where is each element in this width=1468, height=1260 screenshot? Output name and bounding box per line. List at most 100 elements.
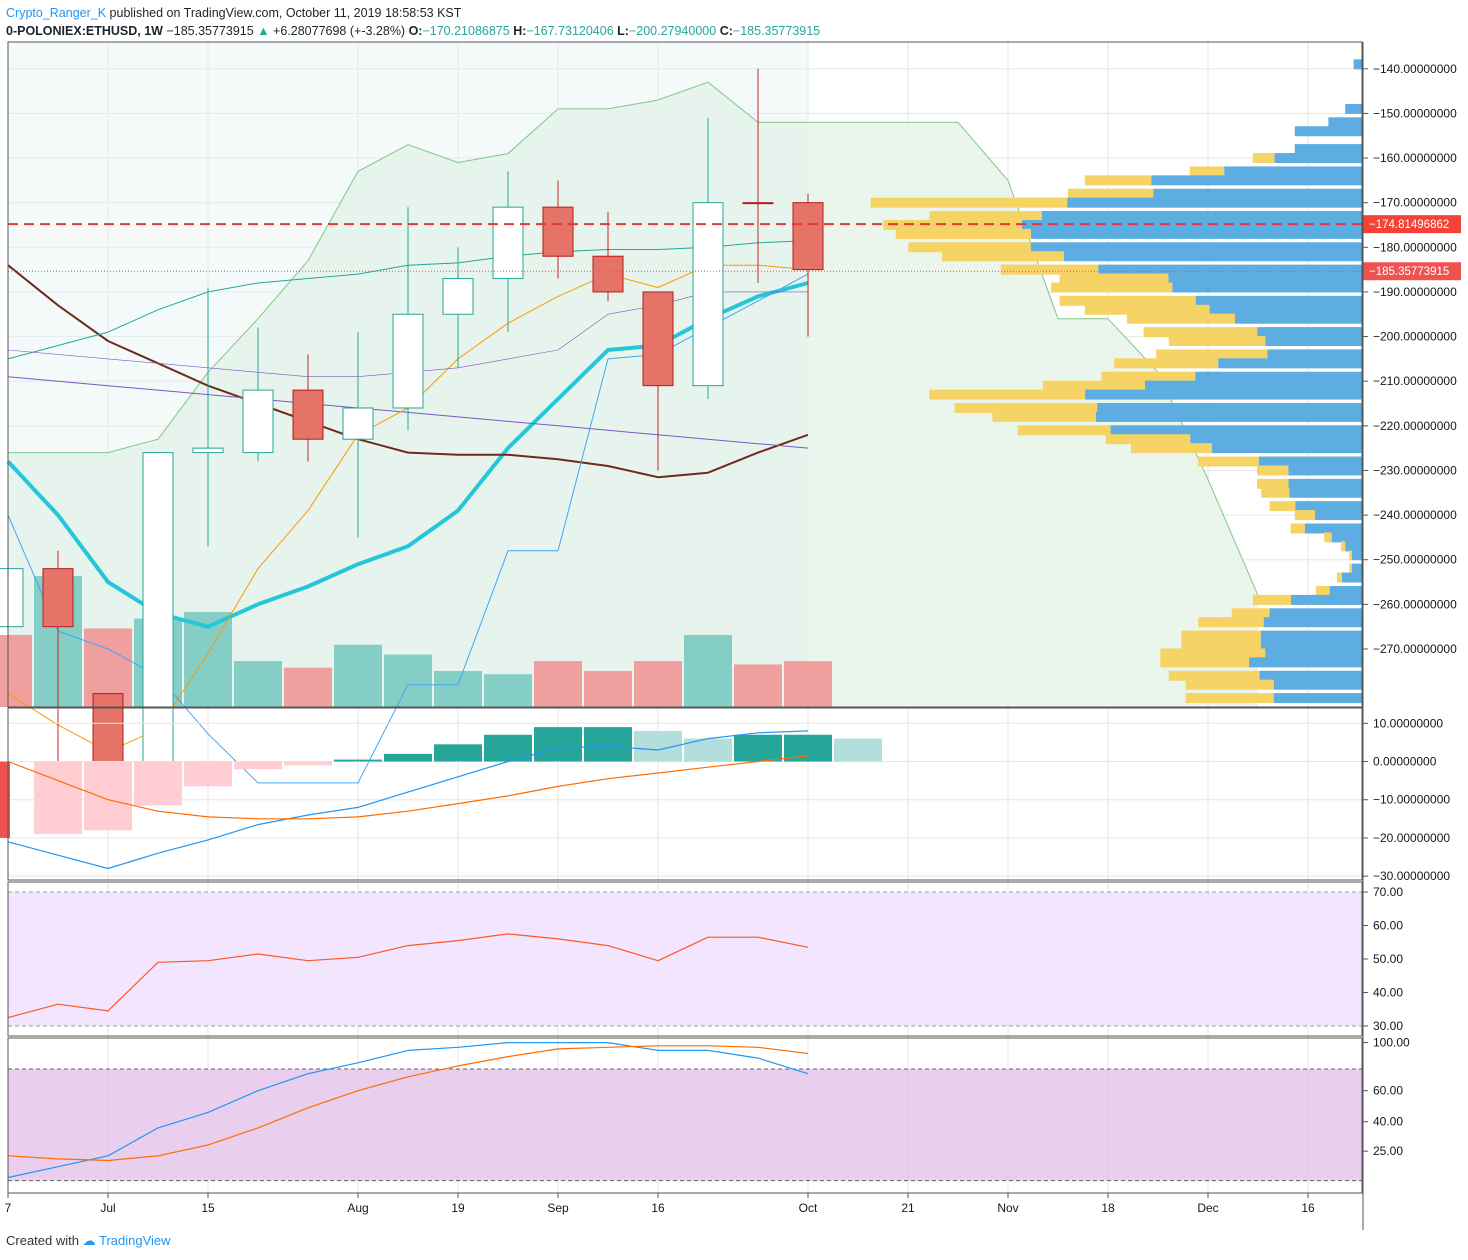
- candle-body: [142, 452, 174, 770]
- volume-bar: [684, 634, 732, 707]
- volume-profile-down-bar: [1257, 327, 1362, 338]
- volume-profile-down-bar: [1288, 465, 1362, 476]
- volume-profile-up-bar: [929, 389, 1086, 400]
- volume-profile-up-bar: [942, 251, 1064, 262]
- rsi-axis-label: 70.00: [1373, 885, 1403, 899]
- volume-profile-up-bar: [992, 411, 1096, 422]
- volume-profile-up-bar: [1324, 532, 1332, 543]
- volume-profile-up-bar: [1189, 166, 1225, 177]
- volume-profile-down-bar: [1294, 144, 1362, 155]
- candle-body: [242, 389, 274, 454]
- volume-profile-down-bar: [1314, 510, 1362, 521]
- candle-body: [442, 278, 474, 315]
- volume-profile-down-bar: [1218, 358, 1362, 369]
- low-label: L:: [617, 24, 629, 38]
- volume-profile-up-bar: [1168, 670, 1260, 681]
- volume-bar: [0, 634, 32, 707]
- symbol-line: 0-POLONIEX:ETHUSD, 1W −185.35773915 ▲ +6…: [6, 22, 1462, 40]
- volume-profile-down-bar: [1195, 295, 1362, 306]
- footer: Created with ☁ TradingView: [6, 1233, 171, 1249]
- change-arrow-icon: ▲: [257, 24, 270, 38]
- volume-bar: [634, 661, 682, 707]
- open-label: O:: [408, 24, 423, 38]
- volume-profile-down-bar: [1259, 670, 1362, 681]
- macd-histogram-bar: [834, 738, 882, 762]
- rsi-axis-label: 30.00: [1373, 1019, 1403, 1033]
- volume-profile-down-bar: [1085, 389, 1362, 400]
- stoch-axis-label: 60.00: [1373, 1084, 1403, 1098]
- volume-profile-down-bar: [1234, 313, 1362, 324]
- time-axis-label: 16: [1301, 1201, 1315, 1215]
- price-axis-label: −270.00000000: [1373, 642, 1457, 656]
- volume-profile-up-bar: [1126, 313, 1235, 324]
- volume-profile-down-bar: [1304, 523, 1362, 534]
- price-axis-label: −250.00000000: [1373, 553, 1457, 567]
- volume-profile-up-bar: [1315, 585, 1330, 596]
- volume-profile-down-bar: [1153, 188, 1362, 199]
- price-axis-label: −180.00000000: [1373, 240, 1457, 254]
- volume-profile-up-bar: [1185, 679, 1274, 690]
- volume-profile-down-bar: [1328, 117, 1362, 128]
- volume-profile-down-bar: [1267, 349, 1362, 360]
- volume-profile-up-bar: [1349, 550, 1352, 561]
- volume-profile-up-bar: [1341, 541, 1346, 552]
- volume-profile-down-bar: [1329, 585, 1362, 596]
- volume-profile-up-bar: [954, 402, 1098, 413]
- price-axis-label: −220.00000000: [1373, 419, 1457, 433]
- chart-canvas[interactable]: −174.81496862 −185.35773915 −140.00000000 −…: [0, 40, 1468, 1230]
- macd-histogram-bar: [534, 727, 582, 762]
- macd-axis-label: 10.00000000: [1373, 716, 1443, 730]
- symbol-label: 0-POLONIEX:ETHUSD, 1W: [6, 24, 163, 38]
- price-axis-label: −260.00000000: [1373, 597, 1457, 611]
- volume-profile-up-bar: [870, 197, 1068, 208]
- volume-profile-down-bar: [1274, 153, 1362, 164]
- volume-profile-up-bar: [1156, 349, 1268, 360]
- volume-profile-up-bar: [1181, 630, 1261, 641]
- volume-profile-down-bar: [1249, 657, 1362, 668]
- volume-profile-down-bar: [1351, 563, 1362, 574]
- stoch-axis-label: 40.00: [1373, 1115, 1403, 1129]
- volume-profile-up-bar: [1168, 336, 1266, 347]
- macd-histogram-bar: [184, 761, 232, 787]
- candle-body: [492, 206, 524, 280]
- volume-profile-down-bar: [1273, 679, 1362, 690]
- volume-profile-down-bar: [1030, 228, 1362, 239]
- price-change: +6.28077698 (+-3.28%): [273, 24, 406, 38]
- volume-profile-up-bar: [1290, 523, 1305, 534]
- created-with-label: Created with: [6, 1233, 79, 1248]
- price-axis-label: −160.00000000: [1373, 151, 1457, 165]
- volume-bar: [584, 670, 632, 707]
- time-axis-label: 21: [901, 1201, 915, 1215]
- volume-profile-down-bar: [1110, 425, 1362, 436]
- volume-profile-up-bar: [1114, 358, 1219, 369]
- volume-profile-down-bar: [1260, 639, 1362, 650]
- price-axis-label: −240.00000000: [1373, 508, 1457, 522]
- candle-body: [592, 255, 624, 293]
- price-axis-label: −230.00000000: [1373, 463, 1457, 477]
- volume-profile-up-bar: [1257, 478, 1289, 489]
- macd-histogram-bar: [134, 761, 182, 806]
- macd-axis-label: 0.00000000: [1373, 755, 1437, 769]
- stoch-band: [8, 1069, 1362, 1181]
- time-axis-label: 15: [201, 1201, 215, 1215]
- volume-profile-down-bar: [1269, 608, 1362, 619]
- tradingview-brand[interactable]: TradingView: [99, 1233, 171, 1248]
- volume-profile-up-bar: [1160, 657, 1250, 668]
- price-axis-label: −140.00000000: [1373, 62, 1457, 76]
- price-axis-label: −190.00000000: [1373, 285, 1457, 299]
- volume-profile-up-bar: [1059, 273, 1169, 284]
- volume-profile-down-bar: [1224, 166, 1362, 177]
- volume-profile-up-bar: [1084, 304, 1210, 315]
- volume-profile-down-bar: [1041, 211, 1362, 222]
- stoch-axis-label: 25.00: [1373, 1144, 1403, 1158]
- macd-histogram-bar: [284, 761, 332, 766]
- volume-profile-down-bar: [1273, 693, 1362, 704]
- volume-profile-up-bar: [1198, 456, 1259, 467]
- author-link[interactable]: Crypto_Ranger_K: [6, 6, 106, 20]
- volume-profile-up-bar: [1084, 175, 1152, 186]
- volume-profile-down-bar: [1172, 282, 1362, 293]
- volume-profile-down-bar: [1190, 434, 1362, 445]
- volume-profile-up-bar: [1017, 425, 1111, 436]
- volume-bar: [534, 661, 582, 707]
- volume-profile-up-bar: [1269, 501, 1296, 512]
